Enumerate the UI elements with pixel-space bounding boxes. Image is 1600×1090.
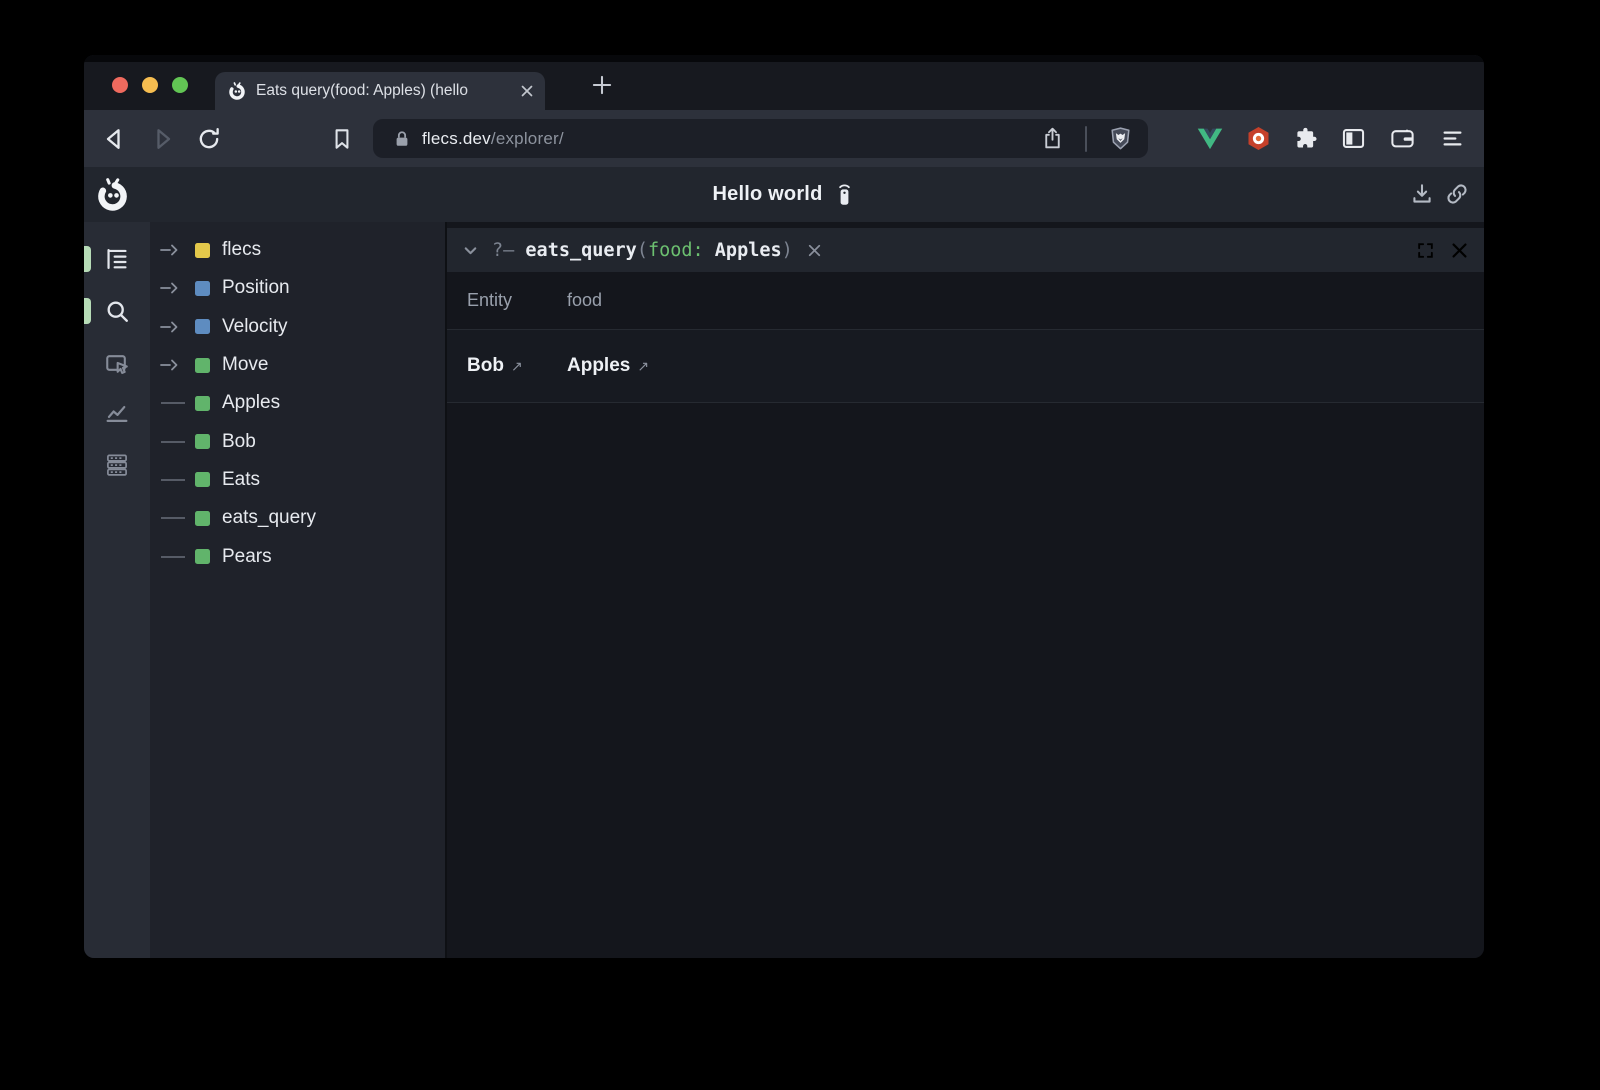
expand-arrow-icon[interactable] [159,281,183,295]
new-tab-button[interactable] [587,70,617,100]
result-table-body: Bob ↗ Apples ↗ [447,330,1484,403]
hexagon-extension-icon[interactable] [1244,124,1272,152]
bookmark-icon[interactable] [328,125,356,153]
back-icon[interactable] [101,125,129,153]
entity-tree: flecs Position Velocity Move Apples [150,222,445,958]
fullscreen-icon[interactable] [1416,241,1435,260]
tree-item[interactable]: Apples [150,384,445,422]
browser-window: Eats query(food: Apples) (hello flecs.de… [84,55,1484,958]
leaf-connector [161,556,185,558]
content-area: flecs Position Velocity Move Apples [84,222,1484,958]
tree-panel-icon[interactable] [104,246,130,272]
reload-icon[interactable] [195,125,223,153]
minimize-window-button[interactable] [142,77,158,93]
forward-icon[interactable] [148,125,176,153]
query-expression: ?– eats_query(food: Apples) [492,240,793,261]
tree-item[interactable]: Position [150,269,445,307]
brave-shield-icon[interactable] [1107,125,1134,152]
download-icon[interactable] [1409,181,1435,207]
sidebar-toggle-icon[interactable] [1339,124,1367,152]
url-text: flecs.dev/explorer/ [422,129,564,149]
icon-rail [84,222,150,958]
traffic-lights [112,77,188,93]
tab-strip: Eats query(food: Apples) (hello [84,55,1484,110]
stats-panel-icon[interactable] [104,452,130,478]
browser-tab[interactable]: Eats query(food: Apples) (hello [215,72,545,110]
column-header-food: food [567,290,602,311]
main-panel: ?– eats_query(food: Apples) Entity food [445,222,1484,958]
tree-item-label: Move [222,354,268,376]
tree-item[interactable]: Eats [150,461,445,499]
flecs-logo-icon[interactable] [94,176,131,213]
expand-arrow-icon[interactable] [159,320,183,334]
tree-item-label: Bob [222,431,256,453]
tree-item-label: Position [222,277,290,299]
entity-color-swatch [195,358,210,373]
close-window-button[interactable] [112,77,128,93]
tree-item-label: eats_query [222,507,316,529]
tab-title: Eats query(food: Apples) (hello [256,82,510,100]
share-icon[interactable] [1040,126,1065,151]
food-link-icon[interactable]: ↗ [637,358,649,375]
active-panel-indicator [84,298,91,324]
expand-arrow-icon[interactable] [159,358,183,372]
query-panel-header: ?– eats_query(food: Apples) [447,228,1484,272]
tree-item[interactable]: Pears [150,537,445,575]
column-header-entity: Entity [467,290,567,311]
tab-favicon-flecs-icon [227,81,247,101]
lock-icon [393,129,411,149]
entity-color-swatch [195,549,210,564]
food-cell[interactable]: Apples [567,355,630,377]
table-row[interactable]: Bob ↗ Apples ↗ [447,330,1484,403]
tree-item-label: flecs [222,239,261,261]
toolbar-divider [1085,126,1087,152]
tree-item[interactable]: Bob [150,422,445,460]
tree-item[interactable]: eats_query [150,499,445,537]
url-bar[interactable]: flecs.dev/explorer/ [373,119,1148,158]
leaf-connector [161,479,185,481]
result-table-header: Entity food [447,272,1484,330]
tree-item-label: Eats [222,469,260,491]
menu-icon[interactable] [1438,124,1466,152]
tree-item[interactable]: Velocity [150,308,445,346]
app-header: Hello world [84,167,1484,222]
link-icon[interactable] [1444,181,1470,207]
wallet-icon[interactable] [1388,124,1416,152]
tree-item[interactable]: flecs [150,231,445,269]
tree-item[interactable]: Move [150,346,445,384]
browser-toolbar: flecs.dev/explorer/ [84,110,1484,167]
entity-link-icon[interactable]: ↗ [511,358,523,375]
url-path: /explorer/ [491,129,564,148]
entity-color-swatch [195,319,210,334]
url-domain: flecs.dev [422,129,491,148]
entity-color-swatch [195,243,210,258]
entity-color-swatch [195,511,210,526]
tree-item-label: Pears [222,546,272,568]
leaf-connector [161,402,185,404]
leaf-connector [161,517,185,519]
leaf-connector [161,441,185,443]
query-clear-icon[interactable] [805,240,825,260]
chart-panel-icon[interactable] [104,399,130,425]
zoom-window-button[interactable] [172,77,188,93]
panel-close-icon[interactable] [1450,241,1469,260]
remote-connection-icon[interactable] [834,182,855,208]
entity-color-swatch [195,281,210,296]
extensions-puzzle-icon[interactable] [1291,124,1319,152]
entity-cell[interactable]: Bob [467,355,504,377]
search-panel-icon[interactable] [104,298,130,324]
expand-arrow-icon[interactable] [159,243,183,257]
entity-color-swatch [195,396,210,411]
vue-devtools-extension-icon[interactable] [1196,124,1224,152]
tab-close-icon[interactable] [519,83,535,99]
tree-item-label: Velocity [222,316,287,338]
page-title: Hello world [713,183,823,206]
chevron-down-icon[interactable] [461,241,480,260]
entity-color-swatch [195,434,210,449]
entity-color-swatch [195,472,210,487]
tree-item-label: Apples [222,392,280,414]
inspector-panel-icon[interactable] [104,351,130,377]
active-panel-indicator [84,246,91,272]
